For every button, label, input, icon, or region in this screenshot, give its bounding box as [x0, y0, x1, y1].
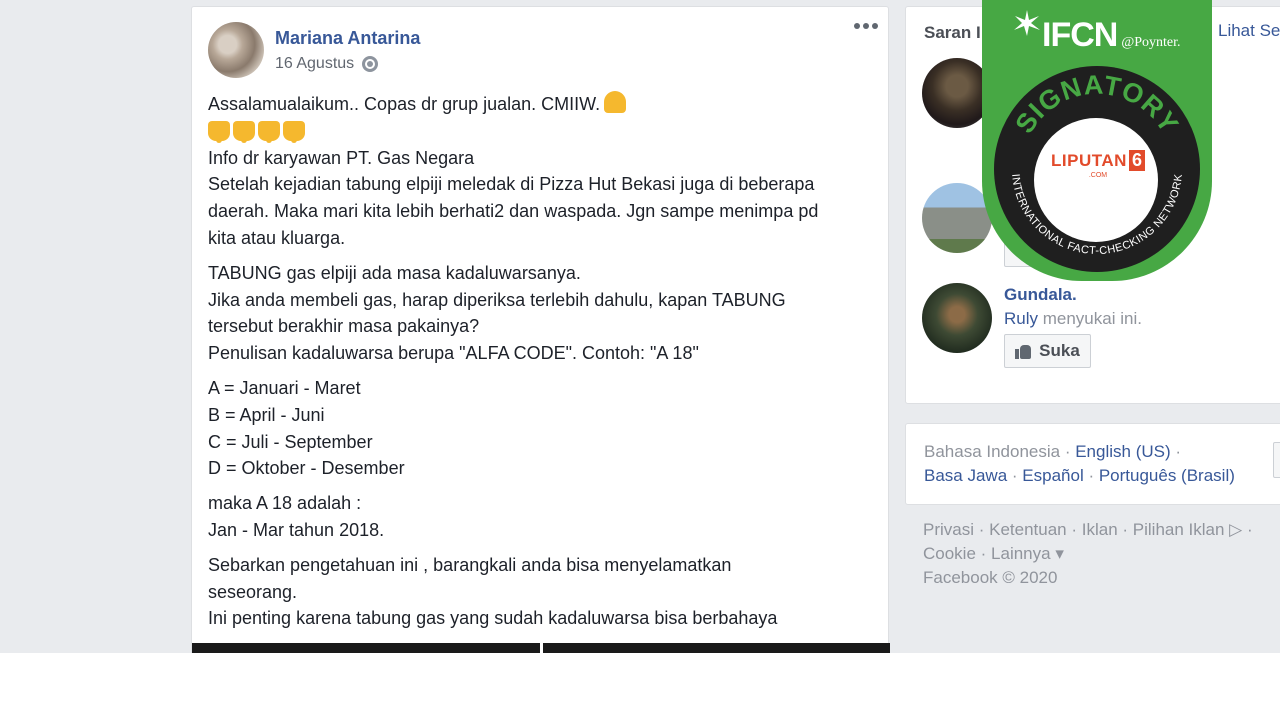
language-row: Bahasa Indonesia · English (US) · [924, 442, 1182, 461]
post-line: maka A 18 adalah : [208, 493, 362, 514]
language-card: Bahasa Indonesia · English (US) · Basa J… [905, 423, 1280, 505]
liputan6-logo: LIPUTAN 6 .COM [1038, 150, 1158, 179]
post-line: Jan - Mar tahun 2018. [208, 519, 385, 540]
add-language-button[interactable] [1273, 442, 1280, 478]
footer-link[interactable]: Iklan [1082, 520, 1118, 539]
post-line: Penulisan kadaluwarsa berupa "ALFA CODE"… [208, 343, 699, 364]
post-line: seseorang. [208, 581, 298, 602]
pointing-down-icon [258, 121, 280, 144]
pointing-down-icon [208, 121, 230, 144]
post-line: kita atau kluarga. [208, 227, 346, 248]
post-meta: 16 Agustus [275, 55, 379, 73]
copyright: Facebook © 2020 [923, 568, 1058, 587]
post-line: daerah. Maka mari kita lebih berhati2 da… [208, 201, 819, 222]
see-all-link[interactable]: Lihat Se [1218, 21, 1280, 41]
current-language: Bahasa Indonesia [924, 442, 1061, 461]
footer-link[interactable]: Ketentuan [989, 520, 1067, 539]
dropdown-icon: ▾ [1050, 544, 1064, 563]
pointing-down-icon [233, 121, 255, 144]
suggested-page-name[interactable]: Gundala. [1004, 285, 1077, 305]
ad-choices-icon: ▷ [1224, 520, 1243, 539]
post-line: Setelah kejadian tabung elpiji meledak d… [208, 174, 815, 195]
language-row: Basa Jawa · Español · Português (Brasil) [924, 466, 1235, 485]
post-image[interactable] [542, 643, 890, 653]
facebook-screen: Mariana Antarina 16 Agustus Assalamualai… [0, 0, 1280, 653]
language-link[interactable]: Español [1022, 466, 1083, 485]
bottom-blank [0, 653, 1280, 720]
post-line: TABUNG gas elpiji ada masa kadaluwarsany… [208, 262, 581, 283]
more-options-icon[interactable] [854, 23, 878, 29]
seal-center [1034, 118, 1158, 242]
post-card: Mariana Antarina 16 Agustus Assalamualai… [191, 6, 890, 653]
post-line: Jika anda membeli gas, harap diperiksa t… [208, 289, 786, 310]
author-avatar[interactable] [208, 22, 264, 78]
footer: Privasi · Ketentuan · Iklan · Pilihan Ik… [923, 518, 1253, 590]
post-line: Info dr karyawan PT. Gas Negara [208, 147, 475, 168]
page-avatar[interactable] [922, 283, 992, 353]
post-line: Ini penting karena tabung gas yang sudah… [208, 608, 778, 629]
like-button-label: Suka [1039, 341, 1080, 360]
poynter-label: @Poynter. [1121, 35, 1181, 50]
thumbs-up-icon [1015, 343, 1032, 359]
ifcn-header: IFCN @Poynter. [1014, 16, 1181, 55]
post-line: B = April - Juni [208, 404, 325, 425]
pointing-down-icon [283, 121, 305, 144]
footer-link[interactable]: Privasi [923, 520, 974, 539]
ifcn-title: IFCN [1042, 16, 1118, 54]
page-avatar[interactable] [922, 183, 992, 253]
suggestions-title: Saran I [924, 23, 981, 42]
pray-icon [604, 91, 627, 113]
post-line: Sebarkan pengetahuan ini , barangkali an… [208, 554, 732, 575]
post-line: A = Januari - Maret [208, 377, 361, 398]
pointing-down-emojis [208, 118, 878, 145]
footer-link[interactable]: Pilihan Iklan [1133, 520, 1225, 539]
friend-link[interactable]: Ruly [1004, 309, 1038, 328]
globe-icon [362, 56, 379, 72]
language-link[interactable]: Português (Brasil) [1099, 466, 1235, 485]
post-line: D = Oktober - Desember [208, 458, 405, 479]
post-images[interactable] [192, 643, 890, 653]
suggested-page-activity: Ruly menyukai ini. [1004, 309, 1142, 328]
footer-link[interactable]: Cookie [923, 544, 976, 563]
footer-link[interactable]: Lainnya [991, 544, 1051, 563]
language-link[interactable]: English (US) [1075, 442, 1170, 461]
language-link[interactable]: Basa Jawa [924, 466, 1007, 485]
post-date[interactable]: 16 Agustus [275, 55, 354, 73]
post-text: Assalamualaikum.. Copas dr grup jualan. … [208, 91, 878, 640]
ifcn-signatory-badge: IFCN @Poynter. SIGNATORY INTERNATIONAL F… [982, 0, 1212, 281]
post-line: C = Juli - September [208, 431, 373, 452]
author-name[interactable]: Mariana Antarina [275, 28, 420, 49]
post-line: Assalamualaikum.. Copas dr grup jualan. … [208, 91, 878, 118]
like-button[interactable]: Suka [1004, 334, 1091, 368]
post-line: tersebut berakhir masa pakainya? [208, 316, 480, 337]
post-image[interactable] [192, 643, 540, 653]
